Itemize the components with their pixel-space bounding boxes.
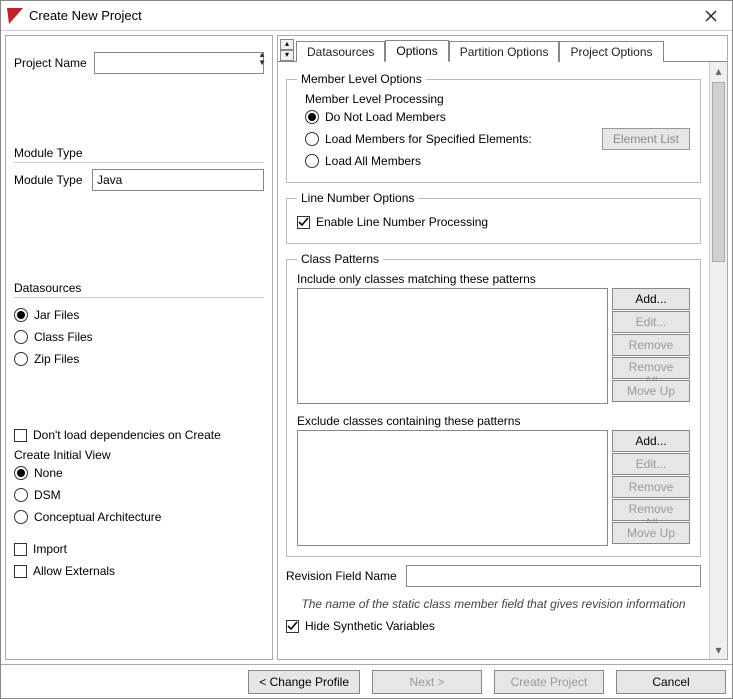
overflow-chevrons-icon: ▲▼ xyxy=(258,44,266,74)
include-patterns-list[interactable] xyxy=(297,288,608,404)
radio-view-dsm[interactable]: DSM xyxy=(14,488,264,502)
radio-view-none[interactable]: None xyxy=(14,466,264,480)
exclude-remove-button[interactable]: Remove xyxy=(612,476,690,498)
dialog-window: Create New Project Project Name ▲▼ Modul… xyxy=(0,0,733,699)
revision-hint: The name of the static class member fiel… xyxy=(286,597,701,611)
exclude-edit-button[interactable]: Edit... xyxy=(612,453,690,475)
group-member-level-options: Member Level Options Member Level Proces… xyxy=(286,72,701,183)
module-type-select[interactable]: Java xyxy=(92,169,264,191)
include-remove-all-button[interactable]: Remove All xyxy=(612,357,690,379)
tab-project-options[interactable]: Project Options xyxy=(559,41,663,62)
include-patterns-label: Include only classes matching these patt… xyxy=(297,272,690,286)
options-panel: Member Level Options Member Level Proces… xyxy=(278,62,709,659)
tab-scroll-buttons[interactable]: ▴ ▾ xyxy=(280,39,294,61)
left-pane: Project Name ▲▼ Module Type Module Type … xyxy=(5,35,273,660)
footer-bar: < Change Profile Next > Create Project C… xyxy=(1,664,732,698)
checkbox-allow-externals[interactable]: Allow Externals xyxy=(14,564,264,578)
element-list-button[interactable]: Element List xyxy=(602,128,690,150)
tab-bar: ▴ ▾ Datasources Options Partition Option… xyxy=(278,36,727,62)
change-profile-button[interactable]: < Change Profile xyxy=(248,670,360,694)
scroll-up-icon[interactable]: ▴ xyxy=(710,62,727,80)
create-project-button[interactable]: Create Project xyxy=(494,670,604,694)
include-edit-button[interactable]: Edit... xyxy=(612,311,690,333)
vertical-scrollbar[interactable]: ▴ ▾ xyxy=(709,62,727,659)
datasources-heading: Datasources xyxy=(14,281,264,298)
revision-field-label: Revision Field Name xyxy=(286,569,406,583)
radio-view-ca[interactable]: Conceptual Architecture xyxy=(14,510,264,524)
revision-field-input[interactable] xyxy=(406,565,701,587)
radio-jar-files[interactable]: Jar Files xyxy=(14,308,264,322)
class-patterns-legend: Class Patterns xyxy=(297,252,383,266)
tab-partition-options[interactable]: Partition Options xyxy=(449,41,560,62)
member-level-options-legend: Member Level Options xyxy=(297,72,426,86)
include-add-button[interactable]: Add... xyxy=(612,288,690,310)
radio-class-files[interactable]: Class Files xyxy=(14,330,264,344)
group-line-number-options: Line Number Options Enable Line Number P… xyxy=(286,191,701,244)
include-move-up-button[interactable]: Move Up xyxy=(612,380,690,402)
title-bar: Create New Project xyxy=(1,1,732,31)
member-level-processing-label: Member Level Processing xyxy=(305,92,690,106)
checkbox-enable-line-number[interactable]: Enable Line Number Processing xyxy=(297,215,690,229)
tab-datasources[interactable]: Datasources xyxy=(296,41,385,62)
close-button[interactable] xyxy=(696,4,726,28)
exclude-add-button[interactable]: Add... xyxy=(612,430,690,452)
project-name-label: Project Name xyxy=(14,56,94,70)
radio-load-all-members[interactable]: Load All Members xyxy=(305,154,690,168)
checkbox-import[interactable]: Import xyxy=(14,542,264,556)
create-initial-view-label: Create Initial View xyxy=(14,448,264,462)
scroll-down-icon[interactable]: ▾ xyxy=(710,641,727,659)
radio-load-specified-members[interactable]: Load Members for Specified Elements: Ele… xyxy=(305,128,690,150)
module-type-value: Java xyxy=(97,173,122,187)
radio-zip-files[interactable]: Zip Files xyxy=(14,352,264,366)
group-class-patterns: Class Patterns Include only classes matc… xyxy=(286,252,701,557)
scroll-thumb[interactable] xyxy=(712,82,725,262)
radio-do-not-load-members[interactable]: Do Not Load Members xyxy=(305,110,690,124)
exclude-move-up-button[interactable]: Move Up xyxy=(612,522,690,544)
module-type-label: Module Type xyxy=(14,173,92,187)
cancel-button[interactable]: Cancel xyxy=(616,670,726,694)
next-button[interactable]: Next > xyxy=(372,670,482,694)
project-name-input[interactable] xyxy=(94,52,264,74)
tab-options[interactable]: Options xyxy=(385,40,448,62)
exclude-patterns-label: Exclude classes containing these pattern… xyxy=(297,414,690,428)
tab-scroll-down-icon[interactable]: ▾ xyxy=(280,50,294,61)
tab-scroll-up-icon[interactable]: ▴ xyxy=(280,39,294,50)
checkbox-hide-synthetic[interactable]: Hide Synthetic Variables xyxy=(286,619,701,633)
content-area: Project Name ▲▼ Module Type Module Type … xyxy=(1,31,732,664)
checkbox-dont-load-deps[interactable]: Don't load dependencies on Create xyxy=(14,428,264,442)
module-type-heading: Module Type xyxy=(14,146,264,163)
line-number-options-legend: Line Number Options xyxy=(297,191,418,205)
dialog-title: Create New Project xyxy=(29,8,696,23)
app-logo-icon xyxy=(7,8,23,24)
exclude-patterns-list[interactable] xyxy=(297,430,608,546)
exclude-remove-all-button[interactable]: Remove All xyxy=(612,499,690,521)
include-remove-button[interactable]: Remove xyxy=(612,334,690,356)
right-pane: ▴ ▾ Datasources Options Partition Option… xyxy=(277,35,728,660)
